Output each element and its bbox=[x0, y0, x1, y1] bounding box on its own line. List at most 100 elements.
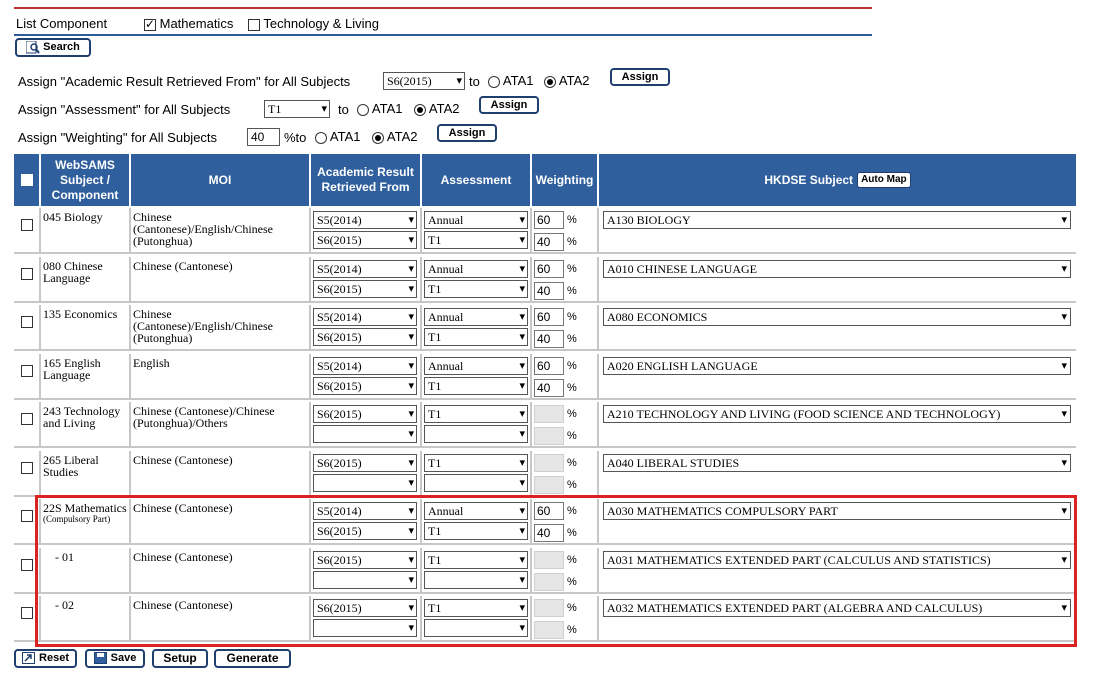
assessment-select-1[interactable]: Annual ▾ bbox=[424, 502, 528, 520]
technology-living-option[interactable]: Technology & Living bbox=[248, 16, 379, 31]
academic-select-2[interactable]: ▾ bbox=[313, 619, 417, 637]
weighting-input-2[interactable]: 40 bbox=[534, 524, 564, 542]
academic-select-2[interactable]: S6(2015) ▾ bbox=[313, 328, 417, 346]
academic-select-2[interactable]: S6(2015) ▾ bbox=[313, 522, 417, 540]
row-checkbox[interactable] bbox=[21, 559, 33, 571]
weighting-input-2[interactable] bbox=[534, 573, 564, 591]
save-button[interactable]: Save bbox=[85, 649, 145, 668]
assign-assessment-ata1[interactable]: ATA1 bbox=[357, 101, 403, 116]
radio-icon[interactable] bbox=[488, 75, 500, 88]
radio-icon[interactable] bbox=[544, 75, 556, 88]
academic-select-1[interactable]: S5(2014) ▾ bbox=[313, 502, 417, 520]
hkdse-select[interactable]: A210 TECHNOLOGY AND LIVING (FOOD SCIENCE… bbox=[603, 405, 1071, 423]
hkdse-select[interactable]: A010 CHINESE LANGUAGE ▾ bbox=[603, 260, 1071, 278]
auto-map-button[interactable]: Auto Map bbox=[857, 172, 911, 188]
weighting-input-1[interactable] bbox=[534, 599, 564, 617]
radio-icon[interactable] bbox=[372, 131, 384, 144]
weighting-input-1[interactable] bbox=[534, 551, 564, 569]
assign-academic-button[interactable]: Assign bbox=[610, 68, 670, 86]
assessment-select-1[interactable]: Annual ▾ bbox=[424, 260, 528, 278]
row-checkbox[interactable] bbox=[21, 413, 33, 425]
academic-select-2[interactable]: ▾ bbox=[313, 474, 417, 492]
assessment-select-2[interactable]: ▾ bbox=[424, 425, 528, 443]
assessment-select-1[interactable]: T1 ▾ bbox=[424, 454, 528, 472]
weighting-input-1[interactable]: 60 bbox=[534, 308, 564, 326]
academic-select-1[interactable]: S5(2014) ▾ bbox=[313, 211, 417, 229]
weighting-input-1[interactable]: 60 bbox=[534, 502, 564, 520]
assessment-select-2[interactable]: ▾ bbox=[424, 619, 528, 637]
weighting-input-2[interactable]: 40 bbox=[534, 379, 564, 397]
assign-academic-ata1[interactable]: ATA1 bbox=[488, 73, 534, 88]
search-button[interactable]: Search bbox=[15, 38, 91, 57]
radio-icon[interactable] bbox=[414, 103, 426, 116]
academic-select-1[interactable]: S5(2014) ▾ bbox=[313, 357, 417, 375]
assessment-select-2[interactable]: ▾ bbox=[424, 474, 528, 492]
assign-assessment-select[interactable]: T1 ▾ bbox=[264, 100, 330, 118]
assessment-select-1[interactable]: Annual ▾ bbox=[424, 308, 528, 326]
hkdse-select[interactable]: A130 BIOLOGY ▾ bbox=[603, 211, 1071, 229]
assign-weighting-ata1[interactable]: ATA1 bbox=[315, 129, 361, 144]
academic-select-1[interactable]: S6(2015) ▾ bbox=[313, 551, 417, 569]
academic-select-2[interactable]: ▾ bbox=[313, 571, 417, 589]
row-checkbox[interactable] bbox=[21, 268, 33, 280]
assessment-select-2[interactable]: T1 ▾ bbox=[424, 231, 528, 249]
weighting-input-2[interactable] bbox=[534, 621, 564, 639]
mathematics-option[interactable]: Mathematics bbox=[144, 16, 233, 31]
weighting-input-2[interactable] bbox=[534, 427, 564, 445]
assessment-select-1[interactable]: T1 ▾ bbox=[424, 599, 528, 617]
weighting-input-2[interactable]: 40 bbox=[534, 282, 564, 300]
mathematics-checkbox[interactable] bbox=[144, 17, 156, 31]
hkdse-select[interactable]: A030 MATHEMATICS COMPULSORY PART ▾ bbox=[603, 502, 1071, 520]
weighting-input-1[interactable] bbox=[534, 454, 564, 472]
academic-select-1[interactable]: S5(2014) ▾ bbox=[313, 308, 417, 326]
assessment-select-1[interactable]: Annual ▾ bbox=[424, 211, 528, 229]
technology-living-checkbox[interactable] bbox=[248, 18, 260, 31]
assessment-select-2[interactable]: T1 ▾ bbox=[424, 522, 528, 540]
weighting-input-1[interactable]: 60 bbox=[534, 357, 564, 375]
setup-button[interactable]: Setup bbox=[152, 649, 208, 668]
academic-select-1[interactable]: S6(2015) ▾ bbox=[313, 599, 417, 617]
weighting-input-1[interactable]: 60 bbox=[534, 260, 564, 278]
assign-academic-ata2[interactable]: ATA2 bbox=[544, 73, 590, 88]
assign-academic-select[interactable]: S6(2015) ▾ bbox=[383, 72, 465, 90]
academic-select-2[interactable]: S6(2015) ▾ bbox=[313, 377, 417, 395]
row-checkbox[interactable] bbox=[21, 316, 33, 328]
academic-select-2[interactable]: S6(2015) ▾ bbox=[313, 231, 417, 249]
row-checkbox[interactable] bbox=[21, 462, 33, 474]
row-checkbox[interactable] bbox=[21, 607, 33, 619]
select-all-checkbox[interactable] bbox=[20, 174, 33, 186]
weighting-input-1[interactable]: 60 bbox=[534, 211, 564, 229]
hkdse-select[interactable]: A080 ECONOMICS ▾ bbox=[603, 308, 1071, 326]
assessment-select-1[interactable]: T1 ▾ bbox=[424, 551, 528, 569]
assessment-select-2[interactable]: T1 ▾ bbox=[424, 280, 528, 298]
hkdse-select[interactable]: A040 LIBERAL STUDIES ▾ bbox=[603, 454, 1071, 472]
row-checkbox[interactable] bbox=[21, 219, 33, 231]
weighting-input-2[interactable]: 40 bbox=[534, 233, 564, 251]
academic-select-2[interactable]: S6(2015) ▾ bbox=[313, 280, 417, 298]
assessment-select-1[interactable]: Annual ▾ bbox=[424, 357, 528, 375]
hkdse-select[interactable]: A031 MATHEMATICS EXTENDED PART (CALCULUS… bbox=[603, 551, 1071, 569]
assessment-select-2[interactable]: T1 ▾ bbox=[424, 328, 528, 346]
row-checkbox[interactable] bbox=[21, 365, 33, 377]
assessment-select-2[interactable]: ▾ bbox=[424, 571, 528, 589]
academic-select-1[interactable]: S6(2015) ▾ bbox=[313, 405, 417, 423]
reset-button[interactable]: Reset bbox=[14, 649, 77, 668]
row-checkbox[interactable] bbox=[21, 510, 33, 522]
generate-button[interactable]: Generate bbox=[214, 649, 291, 668]
academic-select-1[interactable]: S5(2014) ▾ bbox=[313, 260, 417, 278]
radio-icon[interactable] bbox=[315, 131, 327, 144]
weighting-input-2[interactable] bbox=[534, 476, 564, 494]
assign-assessment-button[interactable]: Assign bbox=[479, 96, 539, 114]
assign-weighting-input[interactable]: 40 bbox=[247, 128, 280, 146]
assign-assessment-ata2[interactable]: ATA2 bbox=[414, 101, 460, 116]
weighting-input-2[interactable]: 40 bbox=[534, 330, 564, 348]
assign-weighting-button[interactable]: Assign bbox=[437, 124, 497, 142]
weighting-input-1[interactable] bbox=[534, 405, 564, 423]
academic-select-2[interactable]: ▾ bbox=[313, 425, 417, 443]
assessment-select-1[interactable]: T1 ▾ bbox=[424, 405, 528, 423]
assessment-select-2[interactable]: T1 ▾ bbox=[424, 377, 528, 395]
assign-weighting-ata2[interactable]: ATA2 bbox=[372, 129, 418, 144]
academic-select-1[interactable]: S6(2015) ▾ bbox=[313, 454, 417, 472]
hkdse-select[interactable]: A020 ENGLISH LANGUAGE ▾ bbox=[603, 357, 1071, 375]
radio-icon[interactable] bbox=[357, 103, 369, 116]
